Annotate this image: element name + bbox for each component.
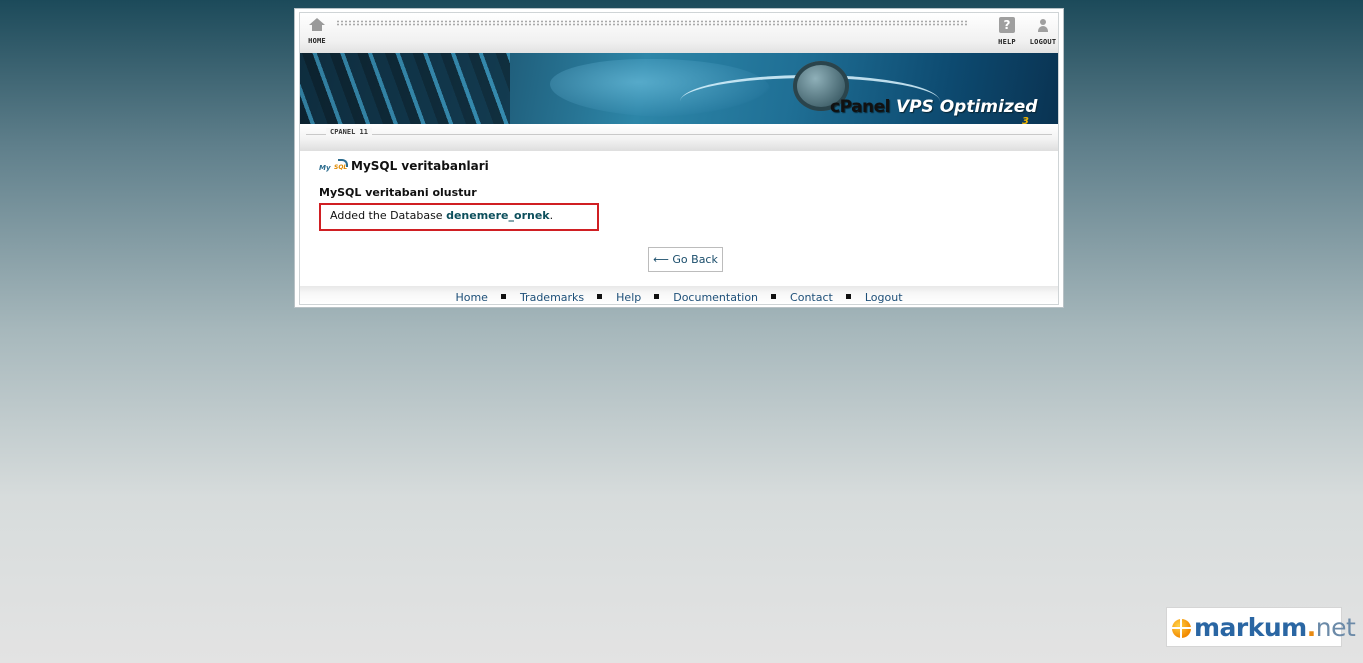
mysql-icon: My SQL xyxy=(319,159,348,177)
globe-icon xyxy=(1172,619,1191,638)
message-suffix: . xyxy=(549,209,554,222)
footer-link-home[interactable]: Home xyxy=(455,291,487,304)
help-button[interactable]: ? HELP xyxy=(997,17,1017,46)
footer-separator xyxy=(500,294,506,299)
breadcrumb: CPANEL 11 xyxy=(300,124,1058,151)
footer-separator xyxy=(771,294,777,299)
section-subtitle: MySQL veritabani olustur xyxy=(319,186,477,199)
footer-separator xyxy=(597,294,603,299)
cpanel-window: HOME ? HELP LOGOUT cPanel VPS Optimized … xyxy=(294,8,1064,308)
logout-label: LOGOUT xyxy=(1029,38,1057,46)
logout-icon xyxy=(1035,17,1051,33)
markum-logo-text: markum.net xyxy=(1194,613,1356,642)
success-message: Added the Database denemere_ornek. xyxy=(319,203,599,231)
home-icon xyxy=(309,18,325,31)
page-title: MySQL veritabanlari xyxy=(351,159,489,173)
markum-watermark-logo: markum.net xyxy=(1166,607,1356,647)
home-button[interactable]: HOME xyxy=(305,17,329,45)
breadcrumb-item[interactable]: CPANEL 11 xyxy=(326,128,372,136)
footer-nav: Home Trademarks Help Documentation Contact Lo… xyxy=(300,286,1058,304)
footer-link-logout[interactable]: Logout xyxy=(865,291,903,304)
go-back-button[interactable]: ⟵ Go Back xyxy=(648,247,723,272)
help-icon: ? xyxy=(999,17,1015,33)
breadcrumb-line xyxy=(306,134,1052,135)
cpanel-banner: cPanel VPS Optimized 3 xyxy=(300,53,1058,124)
banner-cables-graphic xyxy=(300,53,510,124)
footer-link-documentation[interactable]: Documentation xyxy=(673,291,758,304)
message-prefix: Added the Database xyxy=(330,209,447,222)
cpanel-logo-version: 3 xyxy=(1022,116,1029,124)
footer-separator xyxy=(654,294,660,299)
footer-separator xyxy=(845,294,851,299)
database-name: denemere_ornek xyxy=(446,209,550,222)
toolbar-dotted-separator xyxy=(336,20,968,26)
footer-link-help[interactable]: Help xyxy=(616,291,641,304)
help-label: HELP xyxy=(998,38,1016,46)
top-toolbar: HOME ? HELP LOGOUT xyxy=(300,13,1058,53)
home-label: HOME xyxy=(308,37,326,45)
footer-link-trademarks[interactable]: Trademarks xyxy=(520,291,584,304)
cpanel-logo-text: cPanel VPS Optimized xyxy=(830,97,1038,117)
logout-button[interactable]: LOGOUT xyxy=(1028,17,1058,46)
cpanel-inner-frame: HOME ? HELP LOGOUT cPanel VPS Optimized … xyxy=(299,12,1059,305)
footer-link-contact[interactable]: Contact xyxy=(790,291,833,304)
